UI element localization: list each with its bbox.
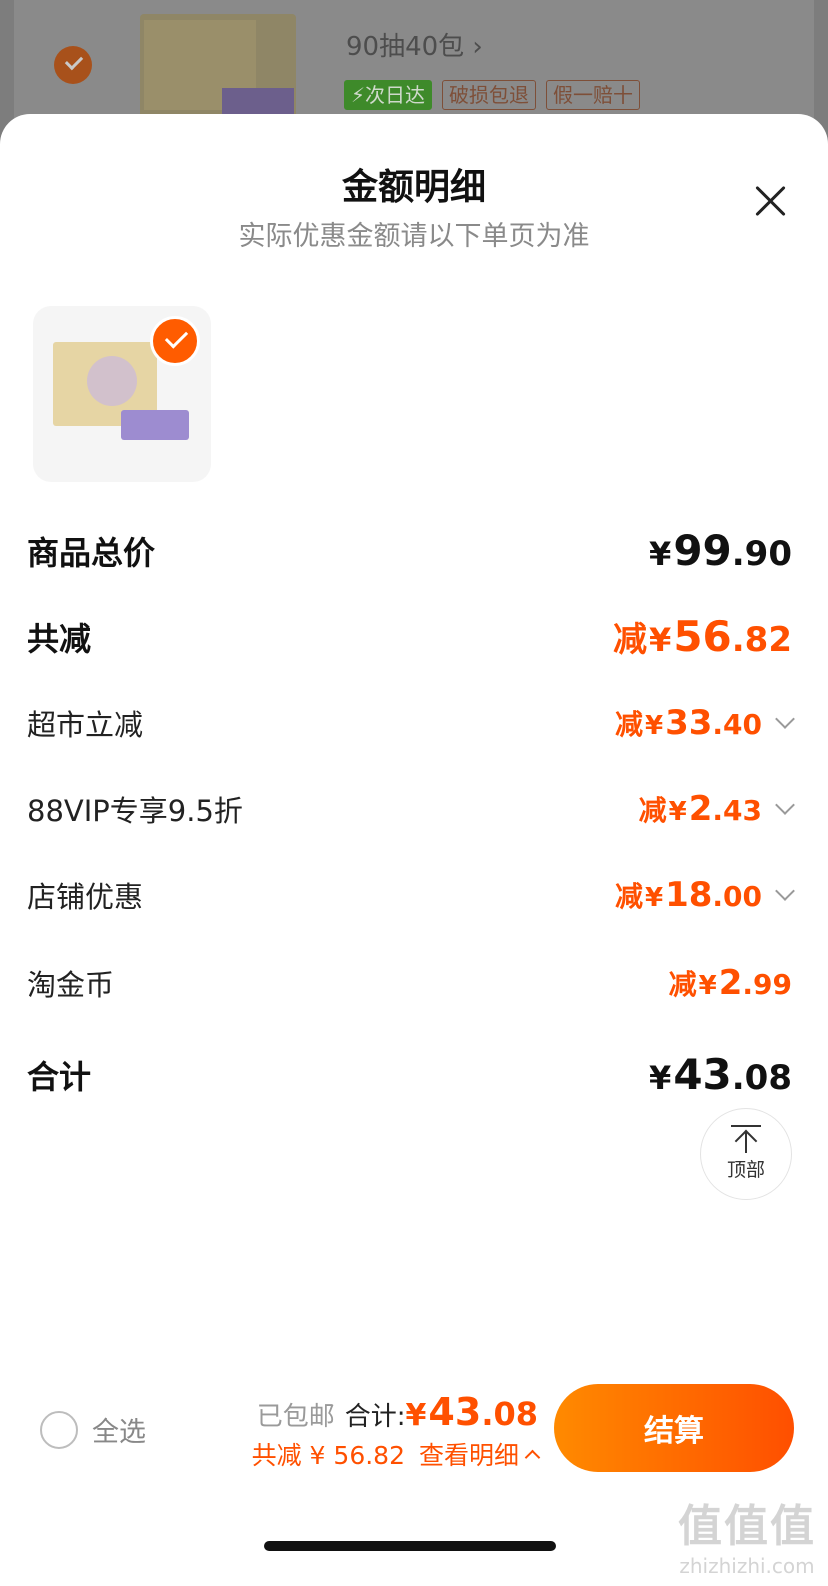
checkout-button[interactable]: 结算: [554, 1384, 794, 1472]
back-to-top-button[interactable]: 顶部: [700, 1108, 792, 1200]
sheet-subtitle: 实际优惠金额请以下单页为准: [238, 221, 590, 252]
discount-value-group: 减 ¥ 33 .40: [615, 703, 795, 743]
yen-symbol: ¥: [698, 971, 717, 1001]
chevron-down-icon[interactable]: [775, 709, 795, 729]
discount-prefix: 减: [613, 620, 648, 660]
background-product-title: 90抽40包 ›: [346, 32, 483, 62]
summary-total-line: 已包邮 合计: ¥ 43 .08: [252, 1390, 538, 1434]
select-all-toggle[interactable]: 全选: [40, 1410, 146, 1449]
total-label: 合计: [27, 1057, 92, 1096]
amount-decimal: .40: [712, 708, 762, 741]
discount-prefix: 减: [668, 968, 697, 1001]
yen-symbol: ¥: [649, 1059, 672, 1097]
amount-integer: 2: [718, 963, 743, 1003]
discount-amount: 减 ¥ 2 .43: [639, 789, 762, 829]
amount-decimal: .82: [731, 620, 792, 660]
yen-symbol: ¥: [405, 1398, 427, 1433]
chevron-down-icon[interactable]: [775, 881, 795, 901]
discount-label: 88VIP专享9.5折: [27, 794, 243, 828]
amount-decimal: .08: [731, 1058, 792, 1098]
view-details-link[interactable]: 查看明细: [419, 1436, 519, 1472]
tag-next-day: ⚡次日达: [344, 80, 433, 110]
watermark-url: zhizhizhi.com: [679, 1554, 815, 1578]
amount-integer: 99: [673, 526, 732, 575]
discount-row-store[interactable]: 店铺优惠 减 ¥ 18 .00: [27, 874, 795, 916]
discount-amount: 减 ¥ 18 .00: [615, 875, 762, 915]
discount-prefix: 减: [614, 880, 643, 913]
close-icon[interactable]: [754, 184, 788, 218]
discount-row-88vip[interactable]: 88VIP专享9.5折 减 ¥ 2 .43: [27, 788, 795, 830]
select-all-label: 全选: [92, 1417, 146, 1448]
amount-integer: 33: [665, 703, 713, 743]
yen-symbol: ¥: [644, 883, 664, 913]
home-indicator: [264, 1541, 556, 1551]
tag-damage-return: 破损包退: [442, 80, 537, 110]
product-selected-checkmark-icon[interactable]: [150, 316, 200, 366]
product-thumbnail: [140, 14, 296, 118]
chevron-up-icon[interactable]: [524, 1449, 541, 1465]
total-discount-amount: 减 ¥ 56 .82: [613, 612, 792, 661]
amount-decimal: .99: [742, 968, 792, 1001]
discount-row-coins: 淘金币 减 ¥ 2 .99: [27, 962, 792, 1004]
subtotal-amount: ¥ 99 .90: [649, 526, 792, 575]
tag-authentic: 假一赔十: [546, 80, 641, 110]
amount-integer: 43: [428, 1390, 482, 1434]
yen-symbol: ¥: [644, 711, 664, 741]
amount-integer: 2: [688, 789, 713, 829]
total-amount: ¥ 43 .08: [649, 1050, 792, 1099]
arrow-up-icon: [731, 1123, 761, 1153]
summary-discount-line[interactable]: 共减 ¥ 56.82 查看明细: [251, 1436, 541, 1472]
discount-label: 淘金币: [27, 968, 115, 1002]
amount-decimal: .08: [481, 1395, 538, 1433]
total-row: 合计 ¥ 43 .08: [27, 1050, 792, 1099]
radio-unchecked-icon[interactable]: [40, 1410, 78, 1449]
chevron-down-icon[interactable]: [775, 795, 795, 815]
background-product-tags: ⚡次日达 破损包退 假一赔十: [344, 80, 641, 110]
total-discount-row: 共减 减 ¥ 56 .82: [27, 612, 792, 661]
discount-prefix: 减: [614, 708, 643, 741]
yen-symbol: ¥: [649, 621, 672, 659]
discount-prefix: 减: [638, 794, 667, 827]
discount-amount: 减 ¥ 2 .99: [669, 963, 792, 1003]
sheet-title: 金额明细: [341, 167, 486, 208]
discount-row-supermarket[interactable]: 超市立减 减 ¥ 33 .40: [27, 702, 795, 744]
summary-saved-text: 共减 ¥ 56.82: [251, 1441, 405, 1470]
summary-total-amount: ¥ 43 .08: [406, 1390, 538, 1434]
yen-symbol: ¥: [668, 797, 687, 827]
checkmark-icon: [54, 46, 92, 84]
watermark: 值值值 zhizhizhi.com: [678, 1490, 816, 1578]
checkout-summary: 已包邮 合计: ¥ 43 .08 共减 ¥ 56.82 查看明细: [251, 1390, 541, 1472]
total-discount-label: 共减: [27, 619, 92, 658]
amount-decimal: .00: [712, 880, 762, 913]
amount-details-sheet: 金额明细 实际优惠金额请以下单页为准 商品总价 ¥ 99 .90 共减 减 ¥ …: [0, 114, 828, 1586]
discount-value-group: 减 ¥ 18 .00: [615, 875, 795, 915]
amount-integer: 18: [665, 875, 713, 915]
amount-decimal: .90: [731, 534, 792, 574]
subtotal-label: 商品总价: [27, 533, 156, 572]
watermark-logo: 值值值: [678, 1501, 816, 1552]
yen-symbol: ¥: [649, 535, 672, 573]
discount-value-group: 减 ¥ 2 .43: [639, 789, 795, 829]
summary-total-label: 合计:: [344, 1402, 406, 1432]
discount-label: 超市立减: [27, 708, 144, 742]
discount-label: 店铺优惠: [27, 880, 144, 914]
tissue-pack-image: [121, 410, 189, 440]
back-to-top-label: 顶部: [726, 1159, 765, 1181]
subtotal-row: 商品总价 ¥ 99 .90: [27, 526, 792, 575]
amount-integer: 56: [673, 612, 732, 661]
amount-decimal: .43: [712, 794, 762, 827]
discount-amount: 减 ¥ 33 .40: [615, 703, 762, 743]
amount-integer: 43: [673, 1050, 732, 1099]
free-shipping-label: 已包邮: [256, 1402, 335, 1432]
